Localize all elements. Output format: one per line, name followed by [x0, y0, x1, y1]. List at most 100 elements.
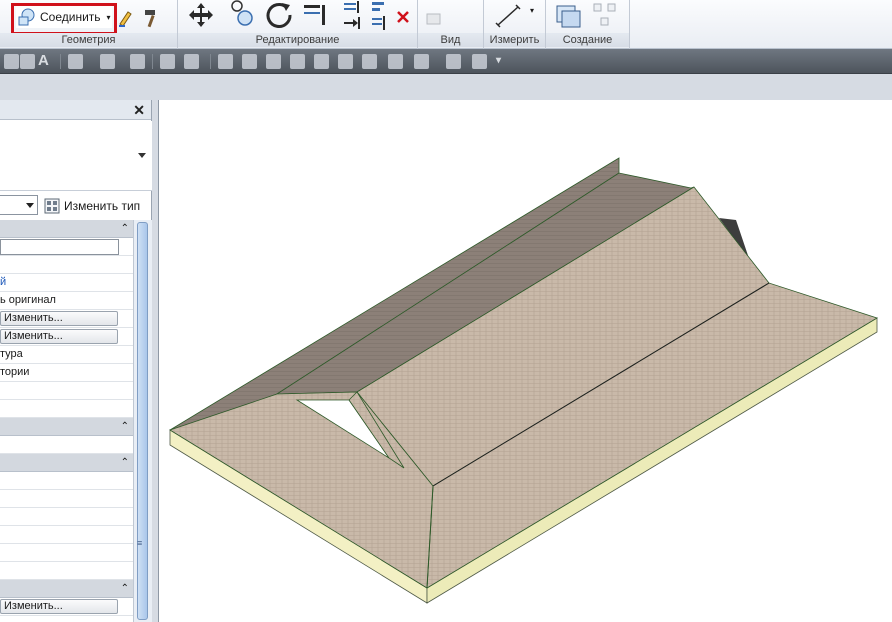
edit-type-button[interactable]: Изменить тип — [44, 196, 140, 216]
tool-icon[interactable] — [266, 54, 281, 69]
section-icon[interactable] — [100, 54, 115, 69]
properties-grid: ⌃ й ь оригинал Изменить... Изменить... т… — [0, 220, 133, 622]
instance-filter-row: Изменить тип — [0, 194, 152, 218]
property-row: Изменить... — [0, 598, 133, 616]
property-row: ь оригинал — [0, 292, 133, 310]
property-row: тории — [0, 364, 133, 382]
collapse-icon: ⌃ — [120, 457, 129, 468]
instance-filter-dropdown[interactable] — [0, 195, 38, 215]
modify-panel: Редактирование — [178, 0, 418, 49]
create-assembly-icon[interactable] — [590, 1, 620, 29]
create-panel: Создание — [546, 0, 630, 49]
property-group-header[interactable]: ⌃ — [0, 220, 133, 238]
property-row: Изменить... — [0, 328, 133, 346]
properties-header: ✕ — [0, 100, 151, 120]
trim-extend-icon[interactable] — [302, 2, 332, 28]
join-geometry-icon — [18, 8, 35, 26]
chevron-down-icon[interactable]: ▾ — [496, 55, 511, 70]
property-row — [0, 382, 133, 400]
grip-icon: ≡ — [137, 538, 143, 548]
align-view-icon[interactable] — [218, 54, 233, 69]
measure-icon[interactable] — [494, 3, 524, 29]
split-icon[interactable] — [343, 0, 361, 14]
join-button[interactable]: Соединить ▾ — [16, 6, 112, 28]
property-row — [0, 472, 133, 490]
geometry-panel: Соединить ▾ Геометрия — [0, 0, 178, 49]
property-value-field[interactable] — [0, 239, 119, 255]
tool-icon[interactable] — [472, 54, 487, 69]
create-parts-icon[interactable] — [554, 1, 584, 31]
collapse-icon: ⌃ — [120, 421, 129, 432]
view-panel-label: Вид — [418, 33, 483, 47]
property-label: тура — [0, 348, 23, 360]
property-group-header[interactable]: ⌃ — [0, 418, 133, 436]
toolbar-separator — [60, 54, 61, 69]
chevron-down-icon[interactable]: ▾ — [107, 13, 111, 22]
edit-button[interactable]: Изменить... — [0, 311, 118, 326]
view-tab-band — [0, 75, 892, 100]
property-row: Изменить... — [0, 310, 133, 328]
measure-panel-label: Измерить — [484, 33, 545, 47]
rotate-icon[interactable] — [264, 1, 294, 29]
join-button-label: Соединить — [40, 10, 101, 24]
properties-scrollbar[interactable]: ≡ — [133, 220, 152, 622]
roof-model — [169, 157, 878, 604]
properties-palette: ✕ Изменить тип ⌃ й ь оригинал Изменить..… — [0, 100, 152, 622]
delete-icon[interactable] — [396, 10, 410, 24]
align-icon[interactable] — [370, 0, 388, 14]
tool-icon[interactable] — [388, 54, 403, 69]
collapse-icon: ⌃ — [120, 583, 129, 594]
measure-tool-icon[interactable] — [4, 54, 19, 69]
toolbar-separator — [210, 54, 211, 69]
modify-panel-label: Редактирование — [178, 33, 417, 47]
property-row — [0, 526, 133, 544]
tool-icon[interactable] — [414, 54, 429, 69]
property-group-header[interactable]: ⌃ — [0, 454, 133, 472]
type-selector[interactable] — [0, 121, 152, 191]
tool-icon[interactable] — [290, 54, 305, 69]
hammer-icon[interactable] — [142, 8, 162, 28]
view-panel: Вид — [418, 0, 484, 49]
property-row — [0, 562, 133, 580]
thin-lines-icon[interactable] — [130, 54, 145, 69]
scrollbar-thumb[interactable] — [137, 222, 148, 620]
tool-icon[interactable] — [362, 54, 377, 69]
create-panel-label: Создание — [546, 33, 629, 47]
3d-viewport[interactable] — [158, 100, 892, 622]
move-icon[interactable] — [186, 1, 216, 29]
text-tool-icon[interactable]: A — [38, 52, 53, 69]
property-row: тура — [0, 346, 133, 364]
edit-button[interactable]: Изменить... — [0, 329, 118, 344]
property-row: й — [0, 274, 133, 292]
edit-type-label: Изменить тип — [64, 199, 141, 213]
tool-icon[interactable] — [338, 54, 353, 69]
hide-element-icon[interactable] — [424, 10, 444, 28]
property-group-header[interactable]: ⌃ — [0, 580, 133, 598]
property-label: ь оригинал — [0, 294, 56, 306]
property-row[interactable] — [0, 238, 133, 256]
3d-view-icon[interactable] — [68, 54, 83, 69]
chevron-down-icon[interactable] — [138, 153, 146, 158]
tool-icon[interactable] — [314, 54, 329, 69]
copy-icon[interactable] — [228, 0, 256, 28]
measure-panel: ▾ Измерить — [484, 0, 546, 49]
close-icon[interactable]: ✕ — [133, 102, 145, 119]
offset-icon[interactable] — [343, 15, 361, 31]
property-row — [0, 256, 133, 274]
tool-icon[interactable] — [242, 54, 257, 69]
property-row — [0, 544, 133, 562]
close-hidden-windows-icon[interactable] — [160, 54, 175, 69]
paint-icon[interactable] — [118, 8, 136, 28]
property-label: тории — [0, 366, 30, 378]
tool-icon[interactable] — [446, 54, 461, 69]
chevron-down-icon[interactable]: ▾ — [530, 6, 534, 15]
property-row — [0, 436, 133, 454]
property-row — [0, 508, 133, 526]
tag-tool-icon[interactable] — [20, 54, 35, 69]
view-control-bar: A ▾ — [0, 49, 892, 74]
edit-button[interactable]: Изменить... — [0, 599, 118, 614]
mirror-icon[interactable] — [370, 15, 388, 31]
property-row — [0, 490, 133, 508]
chevron-down-icon — [26, 203, 34, 208]
switch-windows-icon[interactable] — [184, 54, 199, 69]
